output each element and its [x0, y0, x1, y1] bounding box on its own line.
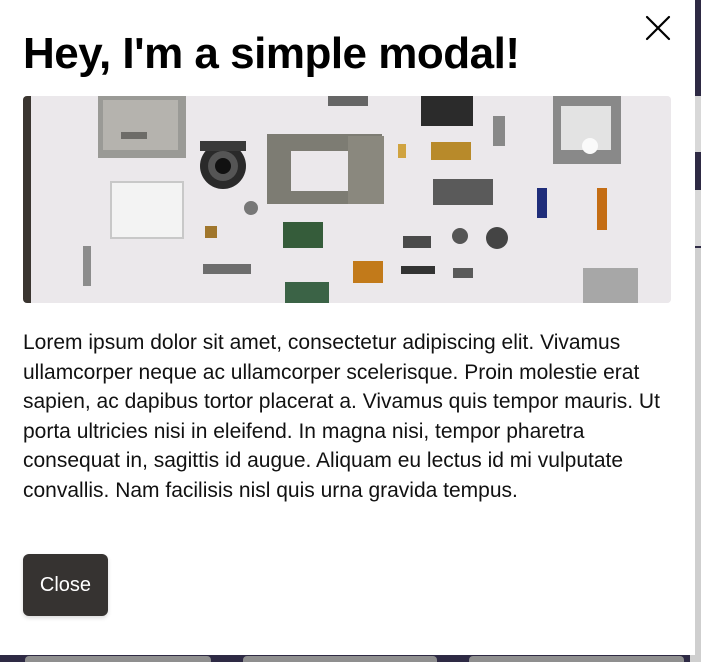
background-tab	[243, 656, 437, 662]
modal-title: Hey, I'm a simple modal!	[23, 29, 520, 78]
background-tab	[469, 656, 684, 662]
background-tab	[25, 656, 211, 662]
close-button[interactable]: Close	[23, 554, 108, 616]
modal-body-text: Lorem ipsum dolor sit amet, consectetur …	[23, 331, 660, 502]
hero-image	[23, 96, 671, 303]
modal-dialog: Hey, I'm a simple modal! Lorem ipsum dol…	[0, 0, 695, 655]
close-icon[interactable]	[644, 14, 672, 42]
